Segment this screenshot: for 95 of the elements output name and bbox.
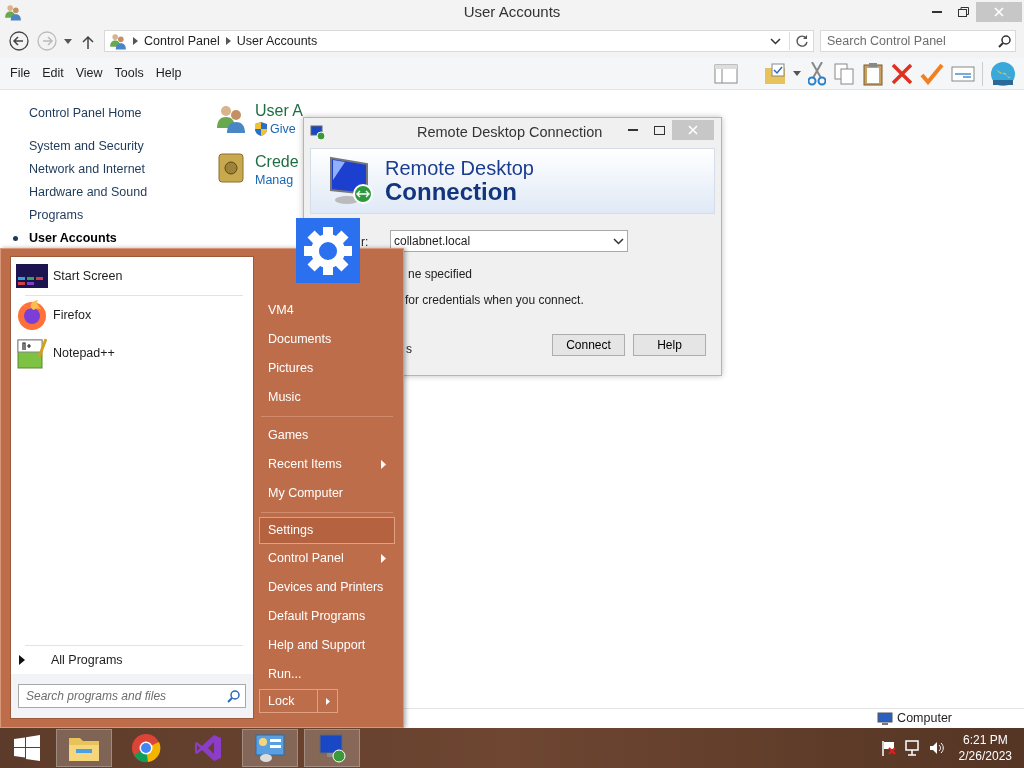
close-icon bbox=[994, 7, 1004, 17]
nav-link[interactable]: Network and Internet bbox=[29, 158, 215, 181]
computer-icon bbox=[877, 711, 894, 726]
nav-link[interactable]: Control Panel Home bbox=[29, 102, 215, 125]
dialog-button[interactable]: Help bbox=[633, 334, 706, 356]
windows-logo-icon bbox=[14, 735, 40, 761]
start-screen-icon bbox=[16, 264, 48, 288]
window-title: User Accounts bbox=[463, 1, 561, 22]
minimize-icon bbox=[932, 11, 942, 13]
menu-item[interactable]: Documents bbox=[259, 325, 395, 354]
chevron-right-icon bbox=[225, 37, 231, 45]
menu-item[interactable]: Default Programs bbox=[259, 602, 395, 631]
program-item[interactable]: Start Screen bbox=[11, 257, 253, 295]
flag-icon[interactable] bbox=[880, 740, 897, 756]
menu-item[interactable]: File bbox=[4, 64, 37, 83]
up-arrow-icon[interactable] bbox=[82, 34, 94, 49]
username-text: ne specified bbox=[408, 266, 473, 283]
chrome-icon bbox=[131, 733, 161, 763]
menu-item[interactable]: Music bbox=[259, 383, 395, 412]
show-options-link[interactable]: s bbox=[406, 340, 412, 358]
menu-item[interactable]: Edit bbox=[36, 64, 70, 83]
visual-studio-icon bbox=[193, 733, 223, 763]
dialog-button[interactable]: Connect bbox=[552, 334, 625, 356]
clock[interactable]: 6:21 PM 2/26/2023 bbox=[958, 732, 1012, 764]
menu-item[interactable]: Run... bbox=[259, 660, 395, 689]
remote-desktop-icon bbox=[317, 733, 347, 763]
checkmark-icon[interactable] bbox=[920, 62, 944, 85]
globe-icon[interactable] bbox=[990, 60, 1016, 87]
nav-link[interactable]: User Accounts bbox=[12, 227, 117, 250]
back-icon bbox=[9, 31, 29, 51]
section-title[interactable]: Crede bbox=[255, 152, 299, 171]
banner-title: Remote Desktop bbox=[385, 157, 534, 179]
breadcrumb-item[interactable]: Control Panel bbox=[144, 31, 220, 51]
section-link[interactable]: Manag bbox=[255, 170, 294, 190]
menu-item[interactable]: Devices and Printers bbox=[259, 573, 395, 602]
notepad-icon bbox=[17, 337, 47, 369]
close-icon bbox=[688, 125, 698, 135]
menu-item[interactable]: Games bbox=[259, 421, 395, 450]
nav-link[interactable]: Hardware and Sound bbox=[29, 181, 215, 204]
chevron-right-icon bbox=[133, 37, 138, 45]
caret-icon[interactable] bbox=[64, 38, 72, 44]
delete-icon[interactable] bbox=[891, 62, 913, 85]
triangle-icon bbox=[19, 655, 25, 665]
menu-item[interactable]: Pictures bbox=[259, 354, 395, 383]
scissors-icon[interactable] bbox=[808, 61, 826, 86]
credentials-note: for credentials when you connect. bbox=[405, 292, 584, 309]
menu-item[interactable]: View bbox=[69, 64, 109, 83]
field-label: r: bbox=[361, 234, 369, 251]
address-bar[interactable]: Control Panel User Accounts bbox=[104, 30, 814, 52]
speaker-icon[interactable] bbox=[928, 740, 945, 756]
safe-icon bbox=[218, 152, 244, 183]
menu-item[interactable]: Recent Items bbox=[259, 450, 395, 479]
banner-subtitle: Connection bbox=[385, 178, 517, 205]
gear-icon bbox=[303, 225, 353, 276]
folder-check-icon[interactable] bbox=[764, 62, 786, 85]
control-panel-icon bbox=[254, 733, 286, 763]
paste-icon[interactable] bbox=[862, 61, 884, 86]
menu-item[interactable]: My Computer bbox=[259, 479, 395, 508]
program-item[interactable]: Notepad++ bbox=[11, 334, 253, 372]
taskbar-app[interactable] bbox=[56, 729, 112, 767]
menu-item[interactable]: VM4 bbox=[259, 296, 395, 325]
minimize-icon bbox=[628, 129, 638, 131]
nav-link[interactable]: Programs bbox=[29, 204, 215, 227]
menu-item[interactable]: Help bbox=[149, 64, 188, 83]
settings-tile[interactable] bbox=[296, 218, 360, 283]
search-icon[interactable] bbox=[227, 689, 240, 703]
back-button[interactable] bbox=[8, 30, 30, 52]
shield-icon bbox=[255, 122, 267, 137]
menu-item[interactable]: Help and Support bbox=[259, 631, 395, 660]
menu-item[interactable]: Control Panel bbox=[259, 544, 395, 573]
status-text: Computer bbox=[897, 710, 952, 728]
section-link[interactable]: Give bbox=[270, 120, 296, 139]
search-box[interactable]: Search programs and files bbox=[18, 684, 246, 708]
monitor-icon bbox=[327, 156, 375, 206]
taskbar-app[interactable] bbox=[242, 729, 298, 767]
menu-item[interactable]: Tools bbox=[108, 64, 150, 83]
refresh-icon[interactable] bbox=[795, 34, 809, 49]
nav-link[interactable]: System and Security bbox=[29, 135, 215, 158]
breadcrumb-item[interactable]: User Accounts bbox=[236, 31, 318, 51]
search-icon[interactable] bbox=[998, 34, 1011, 48]
network-icon[interactable] bbox=[904, 740, 921, 756]
program-item[interactable]: Firefox bbox=[11, 296, 253, 334]
dialog-title: Remote Desktop Connection bbox=[417, 123, 603, 143]
computer-combo[interactable]: collabnet.local bbox=[390, 230, 628, 252]
maximize-icon bbox=[653, 125, 665, 135]
section-title[interactable]: User A bbox=[255, 102, 303, 120]
forward-icon bbox=[37, 31, 57, 51]
arrow-icon bbox=[325, 697, 330, 705]
all-programs-item[interactable]: All Programs bbox=[11, 646, 253, 674]
menu-item[interactable]: Settings bbox=[259, 517, 395, 544]
caret-icon[interactable] bbox=[793, 71, 801, 76]
users-icon bbox=[4, 3, 22, 22]
remote-desktop-icon bbox=[310, 125, 326, 141]
restore-icon bbox=[957, 7, 969, 17]
firefox-icon bbox=[16, 299, 48, 331]
